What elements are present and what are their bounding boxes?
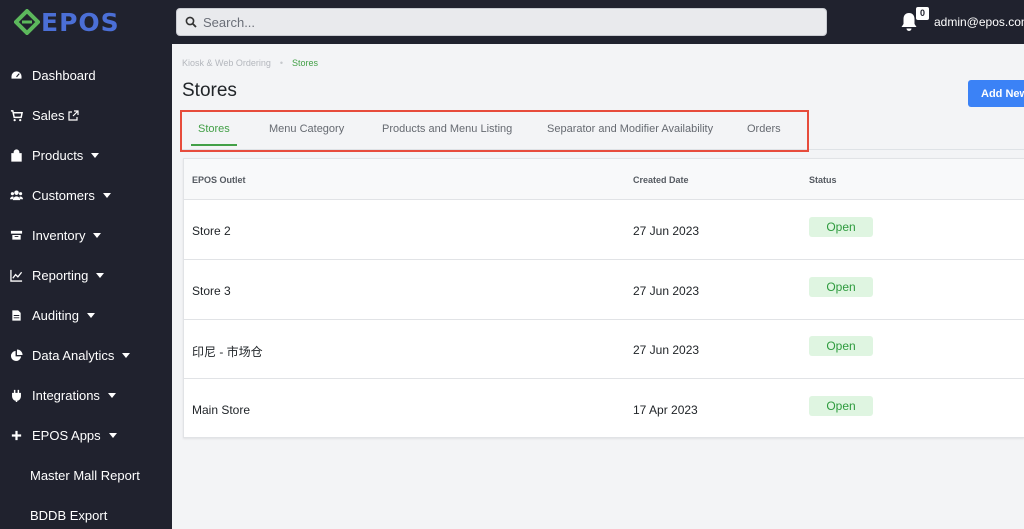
search-bar[interactable]: [176, 8, 827, 36]
chevron-down-icon: [93, 232, 102, 238]
outlet-name: 印尼 - 市场仓: [192, 345, 263, 359]
sidebar-item-label: Dashboard: [32, 67, 96, 83]
logo-mark-icon: [13, 8, 41, 36]
table-row[interactable]: Store 2 27 Jun 2023 Open: [184, 200, 1024, 260]
table-row[interactable]: Store 3 27 Jun 2023 Open: [184, 260, 1024, 320]
bag-icon: [9, 148, 23, 162]
column-header-created-date[interactable]: Created Date: [633, 175, 689, 185]
search-input[interactable]: [203, 14, 803, 30]
chevron-down-icon: [91, 152, 100, 158]
plug-icon: [9, 388, 23, 402]
outlet-name: Store 3: [192, 284, 231, 298]
sidebar-item-inventory[interactable]: Inventory: [0, 215, 172, 255]
plus-icon: [9, 428, 23, 442]
top-bar: EPOS 0 admin@epos.com.s: [0, 0, 1024, 44]
sidebar-item-label: Products: [32, 147, 84, 163]
sidebar-item-label: Customers: [32, 187, 95, 203]
sidebar-item-label: EPOS Apps: [32, 427, 101, 443]
column-header-outlet[interactable]: EPOS Outlet: [192, 175, 246, 185]
sidebar-item-auditing[interactable]: Auditing: [0, 295, 172, 335]
created-date: 27 Jun 2023: [633, 284, 700, 298]
chevron-down-icon: [122, 352, 131, 358]
sidebar-item-label: Data Analytics: [32, 347, 115, 363]
sidebar-item-data-analytics[interactable]: Data Analytics: [0, 335, 172, 375]
table-row[interactable]: Main Store 17 Apr 2023 Open: [184, 379, 1024, 439]
notification-count-badge: 0: [916, 7, 929, 20]
created-date: 17 Apr 2023: [633, 403, 698, 417]
external-link-icon: [67, 109, 79, 121]
sidebar-item-label: Inventory: [32, 227, 86, 243]
breadcrumb-separator: •: [279, 58, 284, 68]
box-icon: [9, 228, 23, 242]
status-badge: Open: [809, 336, 873, 356]
breadcrumb: Kiosk & Web Ordering • Stores: [182, 58, 318, 68]
logo-text: EPOS: [41, 7, 120, 37]
sidebar-item-reporting[interactable]: Reporting: [0, 255, 172, 295]
sidebar-item-label: Sales: [32, 107, 65, 123]
status-badge: Open: [809, 277, 873, 297]
sidebar-item-customers[interactable]: Customers: [0, 175, 172, 215]
status-badge: Open: [809, 217, 873, 237]
chevron-down-icon: [107, 392, 116, 398]
status-badge: Open: [809, 396, 873, 416]
chevron-down-icon: [108, 432, 117, 438]
search-icon: [185, 16, 197, 28]
outlet-name: Main Store: [192, 403, 251, 417]
cart-icon: [9, 108, 23, 122]
chevron-down-icon: [102, 192, 111, 198]
chevron-down-icon: [96, 272, 105, 278]
breadcrumb-current: Stores: [292, 58, 319, 68]
page-title: Stores: [182, 80, 237, 101]
created-date: 27 Jun 2023: [633, 224, 700, 238]
sidebar: Dashboard Sales Products Customers Inven…: [0, 44, 172, 529]
sidebar-item-label: Reporting: [32, 267, 89, 283]
pie-chart-icon: [9, 348, 23, 362]
file-icon: [9, 308, 23, 322]
sidebar-item-dashboard[interactable]: Dashboard: [0, 55, 172, 95]
sidebar-item-epos-apps[interactable]: EPOS Apps: [0, 415, 172, 455]
sidebar-item-integrations[interactable]: Integrations: [0, 375, 172, 415]
users-icon: [9, 188, 23, 202]
stores-table: EPOS Outlet Created Date Status Store 2 …: [183, 158, 1024, 438]
sidebar-item-master-mall-report[interactable]: Master Mall Report: [0, 455, 172, 495]
dashboard-icon: [9, 68, 23, 82]
line-chart-icon: [9, 268, 23, 282]
epos-logo[interactable]: EPOS: [13, 7, 120, 37]
user-email[interactable]: admin@epos.com.s: [934, 15, 1024, 29]
breadcrumb-parent[interactable]: Kiosk & Web Ordering: [182, 58, 271, 68]
sidebar-item-label: Integrations: [32, 387, 100, 403]
table-header: EPOS Outlet Created Date Status: [184, 159, 1024, 200]
add-new-button[interactable]: Add New: [968, 80, 1024, 107]
column-header-status[interactable]: Status: [809, 175, 837, 185]
sidebar-item-label: Auditing: [32, 307, 79, 323]
chevron-down-icon: [86, 312, 95, 318]
tabs-highlight-box: [180, 110, 809, 152]
outlet-name: Store 2: [192, 224, 231, 238]
sidebar-item-bddb-export[interactable]: BDDB Export: [0, 495, 172, 529]
sidebar-item-label: Master Mall Report: [30, 467, 140, 483]
sidebar-item-products[interactable]: Products: [0, 135, 172, 175]
sidebar-item-sales[interactable]: Sales: [0, 95, 172, 135]
created-date: 27 Jun 2023: [633, 343, 700, 357]
table-row[interactable]: 印尼 - 市场仓 27 Jun 2023 Open: [184, 319, 1024, 379]
sidebar-item-label: BDDB Export: [30, 507, 108, 523]
